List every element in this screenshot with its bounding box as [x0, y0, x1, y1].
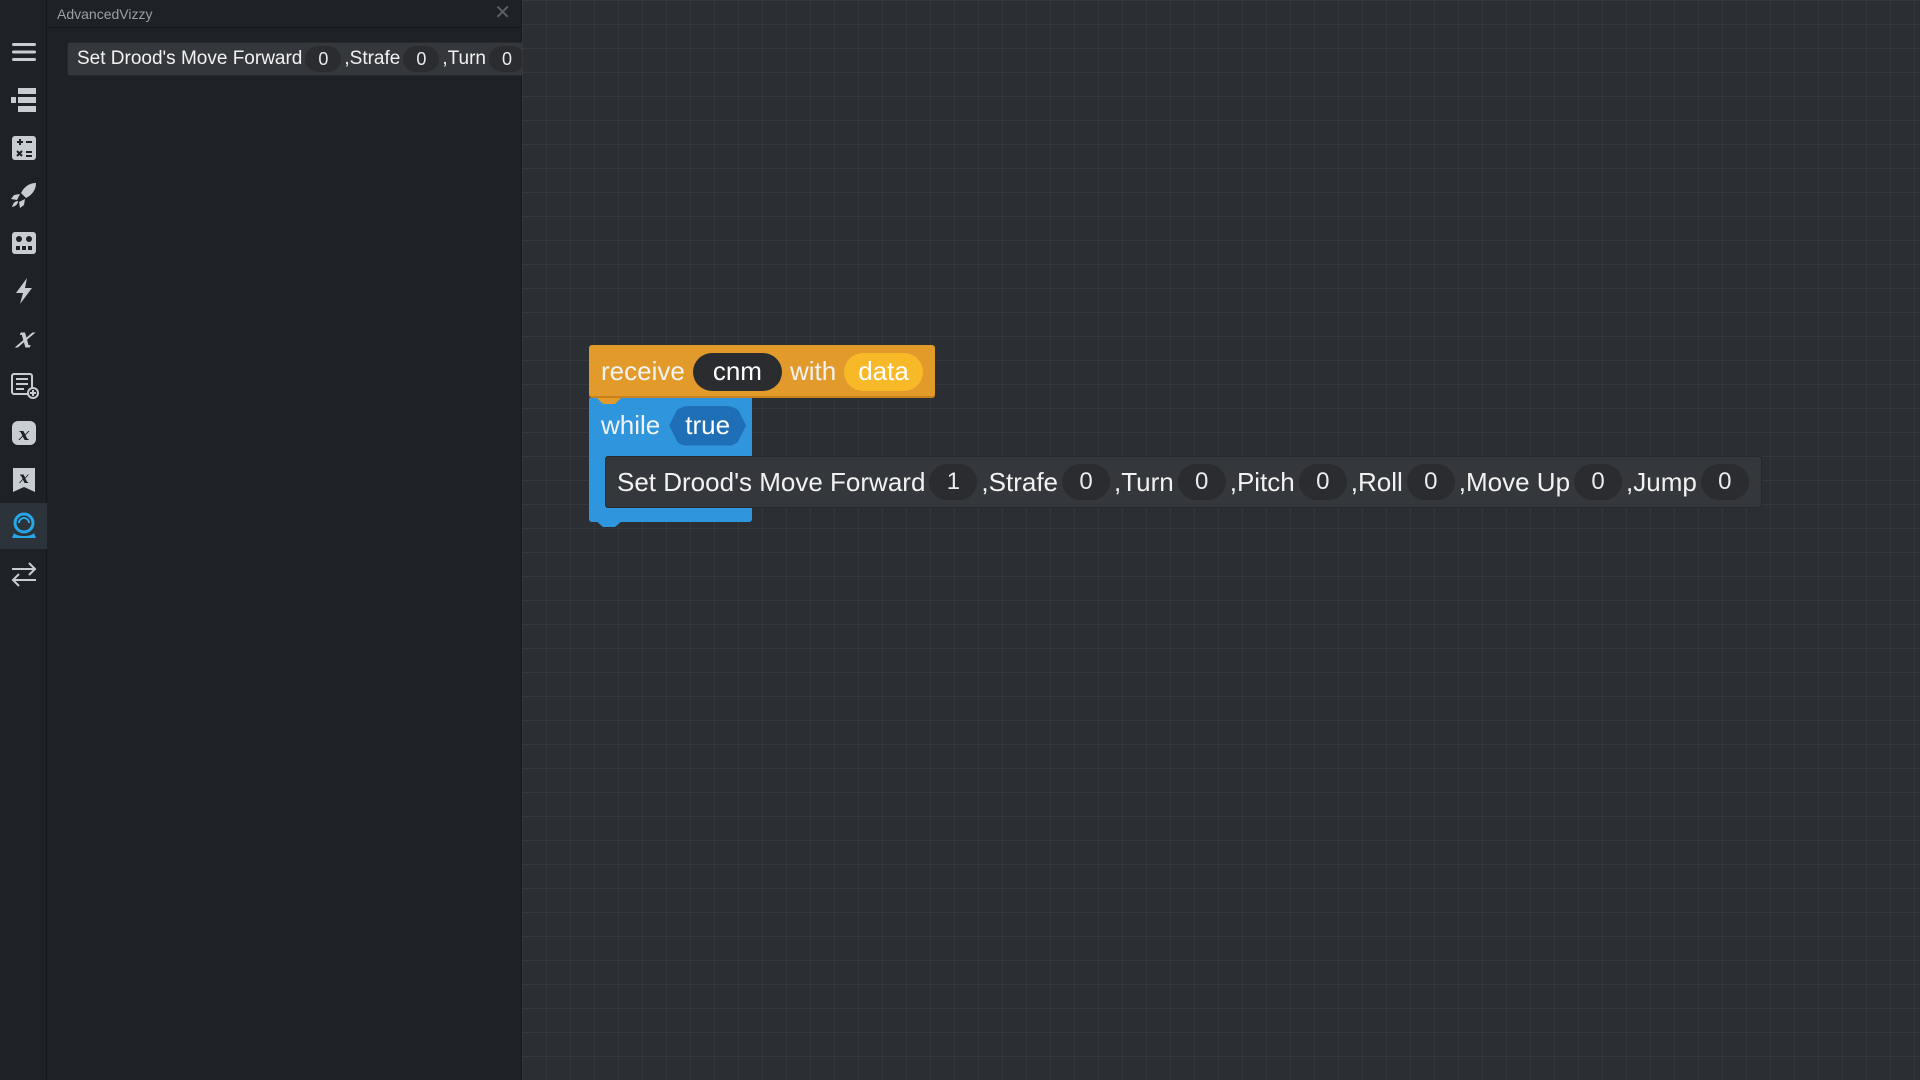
- set-drood-block[interactable]: Set Drood's Move Forward 1 ,Strafe 0 ,Tu…: [605, 456, 1762, 508]
- roll-label: ,Roll: [1350, 466, 1403, 497]
- strafe-label: ,Strafe: [981, 466, 1059, 497]
- block-flyout: AdvancedVizzy ✕: [47, 0, 522, 1080]
- strafe-input[interactable]: 0: [1062, 464, 1111, 500]
- receive-block[interactable]: receive cnm with data: [589, 345, 935, 398]
- structure-icon[interactable]: [0, 77, 47, 123]
- block-label: Set Drood's Move Forward: [77, 48, 303, 69]
- while-header[interactable]: while true: [589, 398, 758, 453]
- svg-text:x: x: [17, 424, 29, 445]
- roll-input[interactable]: 0: [1406, 464, 1455, 500]
- turn-input[interactable]: 0: [489, 46, 525, 72]
- receive-label: receive: [601, 356, 685, 386]
- jump-input[interactable]: 0: [1700, 464, 1749, 500]
- block-notch: [595, 520, 623, 527]
- flyout-title: AdvancedVizzy: [57, 6, 153, 22]
- math-icon[interactable]: [0, 125, 47, 171]
- turn-input[interactable]: 0: [1177, 464, 1226, 500]
- block-label: Set Drood's Move Forward: [617, 466, 926, 497]
- lightning-icon[interactable]: [0, 268, 47, 314]
- condition-input[interactable]: true: [669, 406, 746, 446]
- menu-icon[interactable]: [0, 29, 47, 75]
- workspace-canvas[interactable]: [522, 0, 1920, 1080]
- with-label: with: [789, 356, 837, 386]
- pitch-input[interactable]: 0: [1298, 464, 1347, 500]
- strafe-input[interactable]: 0: [403, 46, 440, 72]
- strafe-label: ,Strafe: [344, 48, 401, 69]
- swap-arrows-icon[interactable]: [0, 551, 47, 597]
- while-label: while: [601, 410, 661, 440]
- rocket-icon[interactable]: [0, 172, 47, 218]
- category-rail: 𝑥 x x: [0, 0, 47, 1080]
- forward-input[interactable]: 0: [305, 46, 342, 72]
- variable-flag-icon[interactable]: x: [0, 457, 47, 503]
- pitch-label: ,Pitch: [1229, 466, 1295, 497]
- forward-input[interactable]: 1: [929, 464, 978, 500]
- variable-icon[interactable]: 𝑥: [0, 315, 47, 361]
- move-up-label: ,Move Up: [1458, 466, 1571, 497]
- variable-box-icon[interactable]: x: [0, 410, 47, 456]
- move-up-input[interactable]: 0: [1574, 464, 1623, 500]
- close-icon[interactable]: ✕: [494, 3, 511, 23]
- data-variable[interactable]: data: [844, 352, 923, 391]
- turn-label: ,Turn: [442, 48, 486, 69]
- jump-label: ,Jump: [1626, 466, 1697, 497]
- robot-icon[interactable]: [0, 220, 47, 266]
- list-add-icon[interactable]: [0, 362, 47, 408]
- svg-text:x: x: [18, 468, 29, 487]
- drood-icon[interactable]: [0, 503, 47, 549]
- flyout-set-drood-block[interactable]: Set Drood's Move Forward 0 ,Strafe 0 ,Tu…: [67, 42, 532, 76]
- turn-label: ,Turn: [1114, 466, 1174, 497]
- divider: [47, 27, 521, 28]
- message-input[interactable]: cnm: [692, 352, 782, 391]
